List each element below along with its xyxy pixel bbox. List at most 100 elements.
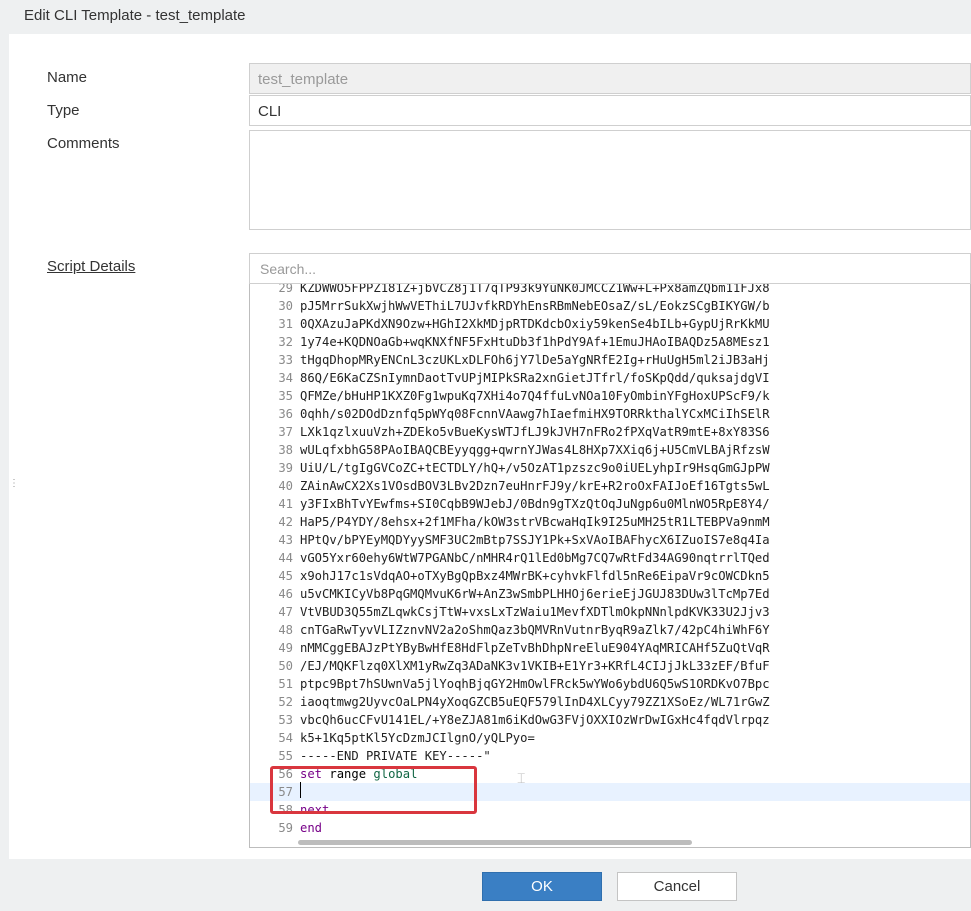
code-line[interactable]: 40 ZAinAwCX2Xs1VOsdBOV3LBv2Dzn7euHnrFJ9y/… bbox=[250, 477, 970, 495]
code-line[interactable]: 29 KZDWWO5FPPZ181Z+jbVCZ8j1T7qTP93k9YuNK0… bbox=[250, 284, 970, 297]
line-number: 47 bbox=[278, 605, 293, 619]
line-number: 35 bbox=[278, 389, 293, 403]
cancel-button[interactable]: Cancel bbox=[617, 872, 737, 901]
code-line[interactable]: 34 86Q/E6KaCZSnIymnDaotTvUPjMIPkSRa2xnGie… bbox=[250, 369, 970, 387]
line-text: ptpc9Bpt7hSUwnVa5jlYoqhBjqGY2HmOwlFRck5w… bbox=[300, 677, 770, 691]
code-line[interactable]: 32 1y74e+KQDNOaGb+wqKNXfNF5FxHtuDb3f1hPdY… bbox=[250, 333, 970, 351]
code-line[interactable]: 30 pJ5MrrSukXwjhWwVEThiL7UJvfkRDYhEnsRBmN… bbox=[250, 297, 970, 315]
search-input[interactable] bbox=[258, 254, 962, 283]
line-text: end bbox=[300, 819, 322, 837]
code-line[interactable]: 33 tHgqDhopMRyENCnL3czUKLxDLFOh6jY7lDe5aY… bbox=[250, 351, 970, 369]
line-text: 0qhh/s02DOdDznfq5pWYq08FcnnVAawg7hIaefmi… bbox=[300, 407, 770, 421]
ok-button[interactable]: OK bbox=[482, 872, 602, 901]
annotation-highlight-box bbox=[270, 766, 477, 814]
name-label: Name bbox=[47, 69, 88, 86]
line-text: vGO5Yxr60ehy6WtW7PGANbC/nMHR4rQ1lEd0bMg7… bbox=[300, 551, 770, 565]
line-text: cnTGaRwTyvVLIZznvNV2a2oShmQaz3bQMVRnVutn… bbox=[300, 623, 770, 637]
line-text: HaP5/P4YDY/8ehsx+2f1MFha/kOW3strVBcwaHqI… bbox=[300, 515, 770, 529]
line-number: 34 bbox=[278, 371, 293, 385]
line-text: LXk1qzlxuuVzh+ZDEko5vBueKysWTJfLJ9kJVH7n… bbox=[300, 425, 770, 439]
line-number: 50 bbox=[278, 659, 293, 673]
code-line[interactable]: 38 wULqfxbhG58PAoIBAQCBEyyqgg+qwrnYJWas4L… bbox=[250, 441, 970, 459]
line-number: 40 bbox=[278, 479, 293, 493]
line-text: 1y74e+KQDNOaGb+wqKNXfNF5FxHtuDb3f1hPdY9A… bbox=[300, 335, 770, 349]
line-text: UiU/L/tgIgGVCoZC+tECTDLY/hQ+/v5OzAT1pzsz… bbox=[300, 461, 770, 475]
code-line[interactable]: 36 0qhh/s02DOdDznfq5pWYq08FcnnVAawg7hIaef… bbox=[250, 405, 970, 423]
dialog-title: Edit CLI Template - test_template bbox=[24, 7, 246, 24]
horizontal-scrollbar[interactable] bbox=[298, 840, 692, 845]
line-text: k5+1Kq5ptKl5YcDzmJCIlgnO/yQLPyo= bbox=[300, 731, 535, 745]
line-number: 32 bbox=[278, 335, 293, 349]
line-number: 41 bbox=[278, 497, 293, 511]
line-text: 86Q/E6KaCZSnIymnDaotTvUPjMIPkSRa2xnGietJ… bbox=[300, 371, 770, 385]
line-number: 51 bbox=[278, 677, 293, 691]
line-text: y3FIxBhTvYEwfms+SI0CqbB9WJebJ/0Bdn9gTXzQ… bbox=[300, 497, 770, 511]
comments-field[interactable] bbox=[249, 130, 971, 230]
line-text: HPtQv/bPYEyMQDYyySMF3UC2mBtp7SSJY1Pk+SxV… bbox=[300, 533, 770, 547]
line-number: 36 bbox=[278, 407, 293, 421]
line-text: QFMZe/bHuHP1KXZ0Fg1wpuKq7XHi4o7Q4ffuLvNO… bbox=[300, 389, 770, 403]
code-editor[interactable]: 29 KZDWWO5FPPZ181Z+jbVCZ8j1T7qTP93k9YuNK0… bbox=[249, 284, 971, 848]
line-number: 44 bbox=[278, 551, 293, 565]
line-text: nMMCggEBAJzPtYByBwHfE8HdFlpZeTvBhDhpNreE… bbox=[300, 641, 770, 655]
line-text: /EJ/MQKFlzq0XlXM1yRwZq3ADaNK3v1VKIB+E1Yr… bbox=[300, 659, 770, 673]
code-line[interactable]: 44 vGO5Yxr60ehy6WtW7PGANbC/nMHR4rQ1lEd0bM… bbox=[250, 549, 970, 567]
code-line[interactable]: 59 end bbox=[250, 819, 970, 837]
code-line[interactable]: 48 cnTGaRwTyvVLIZznvNV2a2oShmQaz3bQMVRnVu… bbox=[250, 621, 970, 639]
code-line[interactable]: 35 QFMZe/bHuHP1KXZ0Fg1wpuKq7XHi4o7Q4ffuLv… bbox=[250, 387, 970, 405]
code-line[interactable]: 43 HPtQv/bPYEyMQDYyySMF3UC2mBtp7SSJY1Pk+S… bbox=[250, 531, 970, 549]
line-text: 0QXAzuJaPKdXN9Ozw+HGhI2XkMDjpRTDKdcbOxiy… bbox=[300, 317, 770, 331]
code-line[interactable]: 39 UiU/L/tgIgGVCoZC+tECTDLY/hQ+/v5OzAT1pz… bbox=[250, 459, 970, 477]
code-line[interactable]: 42 HaP5/P4YDY/8ehsx+2f1MFha/kOW3strVBcwaH… bbox=[250, 513, 970, 531]
code-line[interactable]: 49 nMMCggEBAJzPtYByBwHfE8HdFlpZeTvBhDhpNr… bbox=[250, 639, 970, 657]
code-line[interactable]: 50/EJ/MQKFlzq0XlXM1yRwZq3ADaNK3v1VKIB+E1… bbox=[250, 657, 970, 675]
code-line[interactable]: 46 u5vCMKICyVb8PqGMQMvuK6rW+AnZ3wSmbPLHHO… bbox=[250, 585, 970, 603]
line-text: pJ5MrrSukXwjhWwVEThiL7UJvfkRDYhEnsRBmNeb… bbox=[300, 299, 770, 313]
code-line[interactable]: 55 -----END PRIVATE KEY-----" bbox=[250, 747, 970, 765]
type-label: Type bbox=[47, 102, 80, 119]
line-text: -----END PRIVATE KEY-----" bbox=[300, 749, 491, 763]
line-number: 55 bbox=[278, 749, 293, 763]
code-line[interactable]: 31 0QXAzuJaPKdXN9Ozw+HGhI2XkMDjpRTDKdcbOx… bbox=[250, 315, 970, 333]
line-number: 45 bbox=[278, 569, 293, 583]
line-text: u5vCMKICyVb8PqGMQMvuK6rW+AnZ3wSmbPLHHOj6… bbox=[300, 587, 770, 601]
line-number: 59 bbox=[278, 821, 293, 835]
name-value: test_template bbox=[258, 71, 349, 88]
text-cursor bbox=[300, 782, 301, 798]
line-number: 53 bbox=[278, 713, 293, 727]
script-search bbox=[249, 253, 971, 284]
line-text: ZAinAwCX2Xs1VOsdBOV3LBv2Dzn7euHnrFJ9y/kr… bbox=[300, 479, 770, 493]
keyword-token: end bbox=[300, 821, 323, 835]
dialog-footer: OK Cancel bbox=[0, 859, 971, 911]
dialog-titlebar: Edit CLI Template - test_template bbox=[0, 0, 971, 34]
code-line[interactable]: 51 ptpc9Bpt7hSUwnVa5jlYoqhBjqGY2HmOwlFRck… bbox=[250, 675, 970, 693]
line-number: 42 bbox=[278, 515, 293, 529]
ibeam-cursor-icon: ⌶ bbox=[517, 770, 526, 786]
line-text: VtVBUD3Q55mZLqwkCsjTtW+vxsLxTzWaiu1MevfX… bbox=[300, 605, 770, 619]
line-text: vbcQh6ucCFvU141EL/+Y8eZJA81m6iKdOwG3FVjO… bbox=[300, 713, 770, 727]
line-number: 38 bbox=[278, 443, 293, 457]
line-number: 48 bbox=[278, 623, 293, 637]
script-details-label[interactable]: Script Details bbox=[47, 258, 135, 275]
line-number: 33 bbox=[278, 353, 293, 367]
code-line[interactable]: 47 VtVBUD3Q55mZLqwkCsjTtW+vxsLxTzWaiu1Mev… bbox=[250, 603, 970, 621]
comments-label: Comments bbox=[47, 135, 120, 152]
code-line[interactable]: 41 y3FIxBhTvYEwfms+SI0CqbB9WJebJ/0Bdn9gTX… bbox=[250, 495, 970, 513]
code-line[interactable]: 53 vbcQh6ucCFvU141EL/+Y8eZJA81m6iKdOwG3FV… bbox=[250, 711, 970, 729]
code-line[interactable]: 52 iaoqtmwg2UyvcOaLPN4yXoqGZCB5uEQF579lIn… bbox=[250, 693, 970, 711]
resize-grip-icon[interactable]: ⋮ bbox=[9, 479, 19, 498]
code-line[interactable]: 45 x9ohJ17c1sVdqAO+oTXyBgQpBxz4MWrBK+cyhv… bbox=[250, 567, 970, 585]
code-line[interactable]: 37 LXk1qzlxuuVzh+ZDEko5vBueKysWTJfLJ9kJVH… bbox=[250, 423, 970, 441]
line-text: iaoqtmwg2UyvcOaLPN4yXoqGZCB5uEQF579lInD4… bbox=[300, 695, 770, 709]
line-number: 29 bbox=[278, 284, 293, 295]
line-number: 39 bbox=[278, 461, 293, 475]
line-number: 37 bbox=[278, 425, 293, 439]
line-text: KZDWWO5FPPZ181Z+jbVCZ8j1T7qTP93k9YuNK0JM… bbox=[300, 284, 770, 295]
type-field[interactable]: CLI bbox=[249, 95, 971, 126]
line-text: tHgqDhopMRyENCnL3czUKLxDLFOh6jY7lDe5aYgN… bbox=[300, 353, 770, 367]
line-number: 31 bbox=[278, 317, 293, 331]
line-number: 49 bbox=[278, 641, 293, 655]
line-number: 43 bbox=[278, 533, 293, 547]
code-line[interactable]: 54 k5+1Kq5ptKl5YcDzmJCIlgnO/yQLPyo= bbox=[250, 729, 970, 747]
type-value: CLI bbox=[258, 103, 282, 120]
